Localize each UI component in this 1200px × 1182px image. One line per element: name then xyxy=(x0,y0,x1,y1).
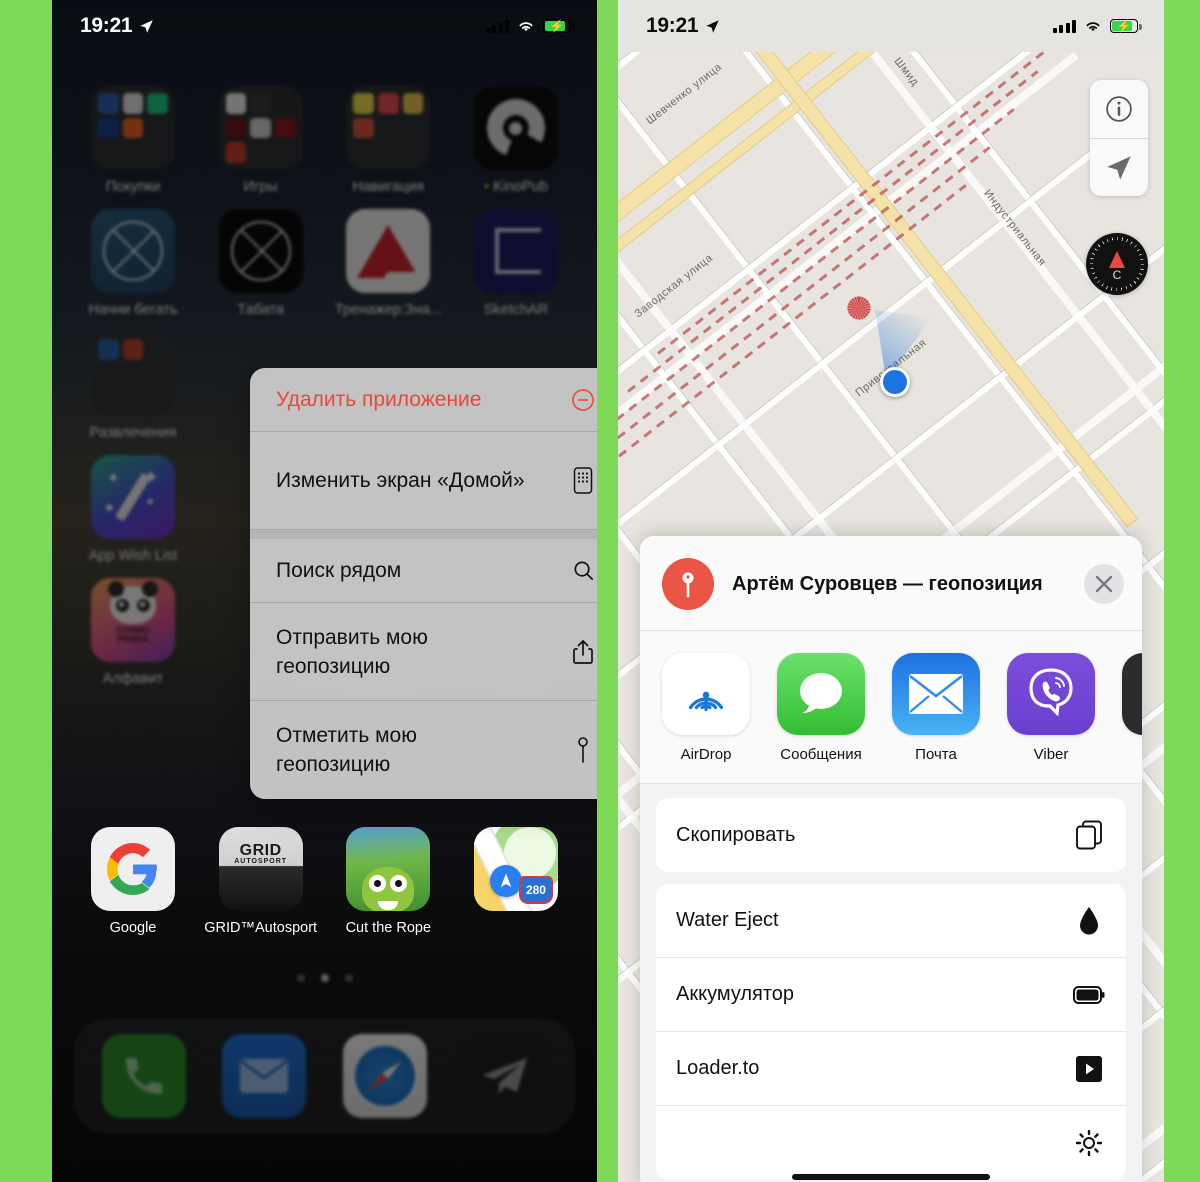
action-row-loader-to[interactable]: Loader.to xyxy=(656,1032,1126,1106)
share-target-telegram[interactable]: Te xyxy=(1122,653,1142,763)
map-marker-icon[interactable] xyxy=(846,295,872,321)
context-menu-label: Отправить мою геопозицию xyxy=(276,625,428,678)
action-row-water-eject[interactable]: Water Eject xyxy=(656,884,1126,958)
minus-circle-icon xyxy=(568,388,597,412)
home-row-bottom: Google GRID AUTOSPORT GRID™Autosport Cut… xyxy=(52,827,597,936)
share-target-messages[interactable]: Сообщения xyxy=(777,653,865,763)
battery-icon xyxy=(1072,985,1106,1004)
share-sheet-title: Артём Суровцев — геопозиция xyxy=(732,572,1043,595)
map-controls xyxy=(1090,80,1148,196)
context-menu-item-search-nearby[interactable]: Поиск рядом xyxy=(250,539,597,603)
action-row-copy[interactable]: Скопировать xyxy=(656,798,1126,872)
context-menu-item-send-my-location[interactable]: Отправить мою геопозицию xyxy=(250,603,597,701)
wifi-icon xyxy=(1086,22,1100,32)
app-label: GRID™Autosport xyxy=(204,920,318,936)
share-target-airdrop[interactable]: AirDrop xyxy=(662,653,750,763)
action-group: Water Eject Аккумулятор Loader.to xyxy=(656,884,1126,1180)
map-compass[interactable]: C xyxy=(1086,233,1148,295)
context-menu-label: Отметить мою геопозицию xyxy=(276,724,417,776)
jiggle-home-screen-icon xyxy=(568,467,597,494)
mail-icon xyxy=(892,653,980,735)
close-icon[interactable] xyxy=(1084,564,1124,604)
share-target-label: Viber xyxy=(1033,746,1069,763)
map-info-button[interactable] xyxy=(1090,80,1148,138)
context-menu-label: Удалить приложение xyxy=(276,388,482,411)
app-label: Cut the Rope xyxy=(345,920,432,936)
maps-navigation-arrow-icon xyxy=(489,865,522,897)
status-bar-left: 19:21 xyxy=(646,14,720,38)
apple-maps-icon: 280 xyxy=(473,827,558,911)
action-label: Loader.to xyxy=(676,1057,760,1079)
right-phone-screen: Шевченко улица Шмид Индустриальная Завод… xyxy=(618,0,1164,1182)
copy-icon xyxy=(1072,820,1106,850)
highway-shield: 280 xyxy=(518,876,553,904)
user-location-dot-icon[interactable] xyxy=(880,367,910,397)
app-google[interactable]: Google xyxy=(74,827,192,936)
play-button-icon xyxy=(1072,1055,1106,1083)
pin-icon xyxy=(568,736,597,764)
action-label: Аккумулятор xyxy=(676,983,795,1005)
share-icon xyxy=(568,639,597,665)
share-sheet: Артём Суровцев — геопозиция AirDrop Сооб… xyxy=(640,536,1142,1182)
share-target-label: Сообщения xyxy=(780,746,862,763)
grid-subtitle: AUTOSPORT xyxy=(234,858,288,865)
home-indicator[interactable] xyxy=(792,1174,990,1180)
action-label: Скопировать xyxy=(676,823,796,846)
context-menu-separator xyxy=(250,530,597,539)
map-locate-button[interactable] xyxy=(1090,138,1148,196)
messages-icon xyxy=(777,653,865,735)
context-menu-item-mark-my-location[interactable]: Отметить мою геопозицию xyxy=(250,701,597,799)
compass-letter: C xyxy=(1112,267,1122,282)
battery-charging-icon: ⚡ xyxy=(1110,19,1142,33)
status-bar-time: 19:21 xyxy=(646,14,699,37)
telegram-icon xyxy=(1122,653,1142,735)
share-target-label: Почта xyxy=(915,746,957,763)
viber-icon xyxy=(1007,653,1095,735)
context-menu-label: Изменить экран «Домой» xyxy=(276,469,525,492)
app-apple-maps[interactable]: 280 xyxy=(457,827,575,936)
grid-autosport-icon: GRID AUTOSPORT xyxy=(218,827,303,911)
share-sheet-header: Артём Суровцев — геопозиция xyxy=(640,536,1142,631)
google-icon xyxy=(91,827,175,911)
status-bar-right: ⚡ xyxy=(1052,19,1142,33)
action-row-battery[interactable]: Аккумулятор xyxy=(656,958,1126,1032)
share-sheet-actions: Скопировать Water Eject Аккумулятор Load… xyxy=(640,784,1142,1182)
context-menu: Удалить приложение Изменить экран «Домой… xyxy=(250,368,597,799)
app-cut-the-rope[interactable]: Cut the Rope xyxy=(329,827,447,936)
context-menu-item-edit-home-screen[interactable]: Изменить экран «Домой» xyxy=(250,432,597,530)
grid-title: GRID xyxy=(239,842,282,859)
context-menu-item-delete-app[interactable]: Удалить приложение xyxy=(250,368,597,432)
app-grid-autosport[interactable]: GRID AUTOSPORT GRID™Autosport xyxy=(202,827,320,936)
share-target-label: AirDrop xyxy=(680,746,732,763)
map-pin-icon xyxy=(662,558,714,610)
home-row: Google GRID AUTOSPORT GRID™Autosport Cut… xyxy=(74,827,575,936)
airdrop-icon xyxy=(662,653,750,735)
action-row-partial[interactable] xyxy=(656,1106,1126,1180)
action-label: Water Eject xyxy=(676,909,779,931)
action-group: Скопировать xyxy=(656,798,1126,872)
cellular-signal-icon xyxy=(1052,19,1076,33)
search-icon xyxy=(568,559,597,582)
share-targets-row[interactable]: AirDrop Сообщения Почта Viber xyxy=(640,631,1142,784)
water-drop-icon xyxy=(1072,906,1106,936)
app-label: Google xyxy=(109,920,157,936)
context-menu-label: Поиск рядом xyxy=(276,559,402,582)
left-phone-screen: Покупки Игры Навигация xyxy=(52,0,597,1182)
share-target-mail[interactable]: Почта xyxy=(892,653,980,763)
location-arrow-icon xyxy=(706,19,719,33)
gear-icon xyxy=(1072,1130,1106,1156)
status-bar: 19:21 ⚡ xyxy=(618,0,1164,52)
share-target-viber[interactable]: Viber xyxy=(1007,653,1095,763)
cut-the-rope-icon xyxy=(346,827,431,911)
